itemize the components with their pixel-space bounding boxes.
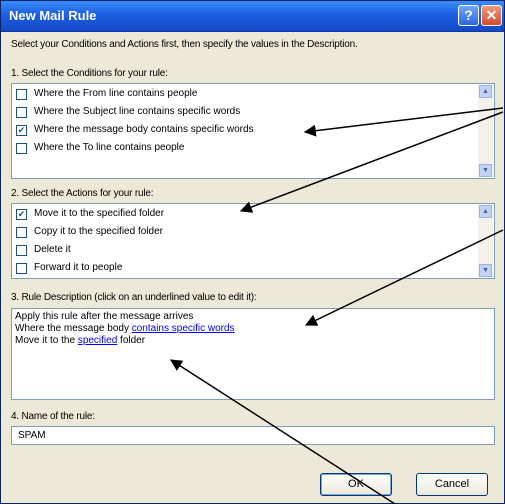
- checkbox[interactable]: [16, 263, 27, 274]
- checkbox[interactable]: [16, 89, 27, 100]
- actions-label: 2. Select the Actions for your rule:: [11, 188, 154, 199]
- action-label: Forward it to people: [34, 262, 123, 273]
- condition-label: Where the To line contains people: [34, 142, 185, 153]
- contains-words-link[interactable]: contains specific words: [132, 323, 235, 334]
- checkbox[interactable]: [16, 107, 27, 118]
- action-label: Copy it to the specified folder: [34, 226, 163, 237]
- action-label: Delete it: [34, 244, 71, 255]
- description-label: 3. Rule Description (click on an underli…: [11, 292, 257, 303]
- scroll-down-icon[interactable]: ▼: [479, 164, 492, 177]
- description-line-3: Move it to the specified folder: [15, 335, 145, 346]
- actions-list: ✔ Move it to the specified folder Copy it…: [11, 203, 495, 279]
- conditions-label: 1. Select the Conditions for your rule:: [11, 68, 168, 79]
- action-label: Move it to the specified folder: [34, 208, 165, 219]
- checkbox[interactable]: [16, 227, 27, 238]
- help-button[interactable]: ?: [458, 5, 479, 26]
- description-text: Move it to the: [15, 335, 78, 346]
- actions-scrollbar[interactable]: ▲ ▼: [478, 205, 493, 277]
- checkbox-checked[interactable]: ✔: [16, 209, 27, 220]
- condition-label: Where the Subject line contains specific…: [34, 106, 241, 117]
- close-button[interactable]: ✕: [481, 5, 502, 26]
- rule-name-input[interactable]: SPAM: [11, 426, 495, 445]
- scroll-down-icon[interactable]: ▼: [479, 264, 492, 277]
- condition-label: Where the message body contains specific…: [34, 124, 254, 135]
- ok-button[interactable]: OK: [320, 473, 392, 496]
- description-text: Where the message body: [15, 323, 132, 334]
- rule-name-value: SPAM: [18, 430, 46, 441]
- checkbox[interactable]: [16, 245, 27, 256]
- conditions-list: Where the From line contains people Wher…: [11, 83, 495, 179]
- checkbox[interactable]: [16, 143, 27, 154]
- title-bar: New Mail Rule ? ✕: [1, 1, 504, 32]
- rule-description-box: Apply this rule after the message arrive…: [11, 308, 495, 400]
- scroll-up-icon[interactable]: ▲: [479, 85, 492, 98]
- scroll-up-icon[interactable]: ▲: [479, 205, 492, 218]
- conditions-scrollbar[interactable]: ▲ ▼: [478, 85, 493, 177]
- condition-label: Where the From line contains people: [34, 88, 198, 99]
- new-mail-rule-dialog: New Mail Rule ? ✕ Select your Conditions…: [0, 0, 505, 504]
- checkbox-checked[interactable]: ✔: [16, 125, 27, 136]
- description-line-1: Apply this rule after the message arrive…: [15, 311, 194, 322]
- description-line-2: Where the message body contains specific…: [15, 323, 235, 334]
- cancel-button[interactable]: Cancel: [416, 473, 488, 496]
- intro-text: Select your Conditions and Actions first…: [11, 39, 358, 50]
- specified-folder-link[interactable]: specified: [78, 335, 117, 346]
- description-text: folder: [117, 335, 146, 346]
- window-title: New Mail Rule: [9, 8, 97, 23]
- rule-name-label: 4. Name of the rule:: [11, 411, 95, 422]
